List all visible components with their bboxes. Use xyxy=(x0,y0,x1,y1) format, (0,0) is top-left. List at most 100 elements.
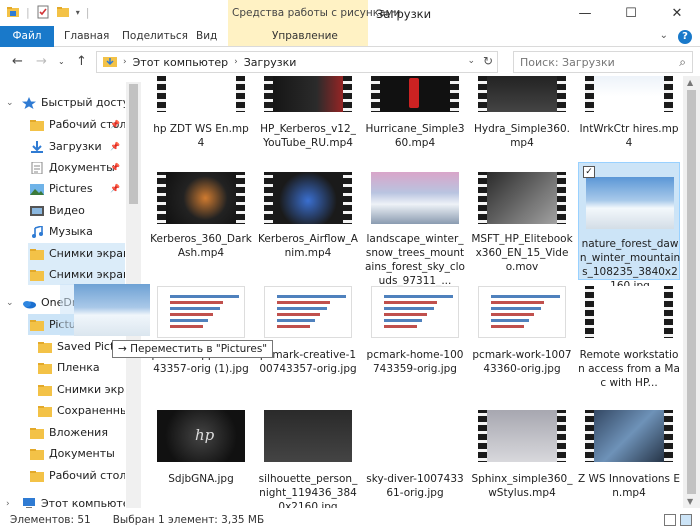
nav-item[interactable]: Сохраненные снимки xyxy=(36,400,125,421)
file-tile[interactable]: Remote workstation access from a Mac wit… xyxy=(578,282,680,389)
file-tile[interactable]: IntWrkCtr hires.mp4 xyxy=(578,76,680,176)
nav-item-label: Этот компьютер xyxy=(41,497,125,508)
file-tile[interactable]: Z WS Innovations En.mp4 xyxy=(578,406,680,508)
folder-icon xyxy=(30,119,44,131)
image-thumbnail: hp xyxy=(157,410,245,462)
file-name: Z WS Innovations En.mp4 xyxy=(578,473,680,499)
file-tile[interactable]: hp SdjbGNA.jpg xyxy=(150,406,252,508)
nav-item-label: Сохраненные снимки xyxy=(57,404,125,417)
details-view-icon[interactable] xyxy=(664,514,676,526)
file-tile[interactable]: sky-diver-100743361-orig.jpg xyxy=(364,406,466,508)
nav-item[interactable]: Документы 📌 xyxy=(28,157,125,178)
nav-item[interactable]: Рабочий стол xyxy=(28,465,125,486)
music-icon xyxy=(30,224,44,238)
file-name: HP_Kerberos_v12_YouTube_RU.mp4 xyxy=(260,123,356,149)
large-icons-view-icon[interactable] xyxy=(680,514,692,526)
file-tile[interactable]: pcmark-creative-100743357-orig.jpg xyxy=(257,282,359,388)
file-tile[interactable]: pcmark-work-100743360-orig.jpg xyxy=(471,282,573,388)
selection-info: Выбран 1 элемент: 3,35 МБ xyxy=(112,514,265,526)
file-tile[interactable]: HP_Kerberos_v12_YouTube_RU.mp4 xyxy=(257,76,359,176)
title-bar: | ▾ | Средства работы с рисунками Загруз… xyxy=(0,0,700,47)
help-icon[interactable]: ? xyxy=(678,30,692,44)
tab-file[interactable]: Файл xyxy=(0,26,54,47)
address-dropdown-icon[interactable]: ⌄ xyxy=(467,56,475,66)
tab-home[interactable]: Главная xyxy=(64,26,109,47)
nav-item-label: Pictures xyxy=(49,182,93,195)
properties-icon[interactable] xyxy=(36,5,50,19)
file-tile[interactable]: hp ZDT WS En.mp4 xyxy=(150,76,252,176)
pin-icon: 📌 xyxy=(110,184,120,193)
folder-icon xyxy=(30,427,44,439)
new-folder-icon[interactable] xyxy=(56,5,70,19)
nav-item[interactable]: Пленка xyxy=(36,357,125,378)
video-thumbnail xyxy=(478,410,566,462)
nav-scroll-thumb[interactable] xyxy=(129,84,138,204)
nav-item[interactable]: Видео xyxy=(28,200,125,221)
image-thumbnail xyxy=(371,410,459,462)
forward-arrow-icon[interactable]: → xyxy=(36,54,47,69)
tab-manage[interactable]: Управление xyxy=(272,26,338,47)
move-to-tooltip: → Переместить в "Pictures" xyxy=(112,340,274,358)
nav-item-label: Снимки экрана xyxy=(57,383,125,396)
file-tile[interactable]: Kerberos_Airflow_Anim.mp4 xyxy=(257,166,359,272)
up-arrow-icon[interactable]: ↑ xyxy=(76,54,87,69)
file-name: landscape_winter_snow_trees_mountains_fo… xyxy=(365,233,465,287)
nav-item[interactable]: Снимки экрана xyxy=(28,243,125,264)
video-thumbnail xyxy=(585,76,673,112)
nav-item[interactable]: Pictures 📌 xyxy=(28,178,125,199)
breadcrumb-downloads[interactable]: Загрузки xyxy=(244,56,297,69)
file-tile[interactable]: Hurricane_Simple360.mp4 xyxy=(364,76,466,176)
video-thumbnail xyxy=(585,286,673,338)
file-tile[interactable]: landscape_winter_snow_trees_mountains_fo… xyxy=(364,166,466,287)
scroll-down-icon[interactable]: ▼ xyxy=(687,497,693,506)
nav-item[interactable]: Документы xyxy=(28,443,125,464)
image-thumbnail xyxy=(371,172,459,224)
minimize-button[interactable]: — xyxy=(562,0,608,26)
close-button[interactable]: ✕ xyxy=(654,0,700,26)
back-arrow-icon[interactable]: ← xyxy=(12,54,23,69)
tab-view[interactable]: Вид xyxy=(196,26,217,47)
nav-item[interactable]: Рабочий стол 📌 xyxy=(28,114,125,135)
address-bar[interactable]: › Этот компьютер › Загрузки ⌄ ↻ xyxy=(96,51,498,73)
file-tile[interactable]: silhouette_person_night_119436_3840x2160… xyxy=(257,406,359,508)
file-tile[interactable]: Kerberos_360_DarkAsh.mp4 xyxy=(150,166,252,272)
file-list: hp ZDT WS En.mp4 HP_Kerberos_v12_YouTube_… xyxy=(150,76,683,508)
breadcrumb-separator-icon: › xyxy=(123,57,127,67)
recent-locations-icon[interactable]: ⌄ xyxy=(58,57,65,66)
image-thumbnail xyxy=(478,286,566,338)
file-name: SdjbGNA.jpg xyxy=(168,473,234,485)
file-tile[interactable]: ✓ nature_forest_dawn_winter_mountains_108… xyxy=(578,162,680,292)
scroll-up-icon[interactable]: ▲ xyxy=(687,78,693,87)
breadcrumb-this-pc[interactable]: Этот компьютер xyxy=(133,56,229,69)
nav-item-label: Музыка xyxy=(49,225,93,238)
video-icon xyxy=(30,205,44,217)
nav-item[interactable]: ⌄ Быстрый доступ xyxy=(6,92,125,113)
nav-item[interactable]: Вложения xyxy=(28,422,125,443)
nav-item[interactable]: Снимки экрана xyxy=(28,264,125,285)
expand-chevron-icon[interactable]: ⌄ xyxy=(6,298,14,308)
search-box[interactable]: Поиск: Загрузки ⌕ xyxy=(513,51,693,73)
nav-item[interactable]: › Этот компьютер xyxy=(6,493,125,508)
expand-chevron-icon[interactable]: ⌄ xyxy=(6,98,14,108)
nav-item[interactable]: Загрузки 📌 xyxy=(28,136,125,157)
refresh-icon[interactable]: ↻ xyxy=(483,54,493,68)
file-tile[interactable]: Hydra_Simple360.mp4 xyxy=(471,76,573,176)
maximize-button[interactable]: ☐ xyxy=(608,0,654,26)
content-scroll-thumb[interactable] xyxy=(687,90,696,494)
selection-checkbox[interactable]: ✓ xyxy=(583,166,595,178)
file-tile[interactable]: pcmark-apps-100743357-orig (1).jpg xyxy=(150,282,252,388)
nav-item[interactable]: Музыка xyxy=(28,221,125,242)
nav-item[interactable]: Снимки экрана xyxy=(36,379,125,400)
file-tile[interactable]: Sphinx_simple360_wStylus.mp4 xyxy=(471,406,573,508)
customize-qat-icon[interactable]: ▾ xyxy=(76,8,80,17)
expand-chevron-icon[interactable]: › xyxy=(6,499,10,509)
expand-ribbon-icon[interactable]: ⌄ xyxy=(660,30,668,44)
tab-share[interactable]: Поделиться xyxy=(122,26,188,47)
file-name: pcmark-work-100743360-orig.jpg xyxy=(472,349,572,375)
file-tile[interactable]: MSFT_HP_Elitebookx360_EN_15_Video.mov xyxy=(471,166,573,273)
content-scrollbar[interactable]: ▲ ▼ xyxy=(683,76,700,508)
nav-item-label: Документы xyxy=(49,161,115,174)
nav-item-label: Загрузки xyxy=(49,140,102,153)
file-tile[interactable]: pcmark-home-100743359-orig.jpg xyxy=(364,282,466,388)
search-input[interactable]: Поиск: Загрузки xyxy=(520,56,615,69)
